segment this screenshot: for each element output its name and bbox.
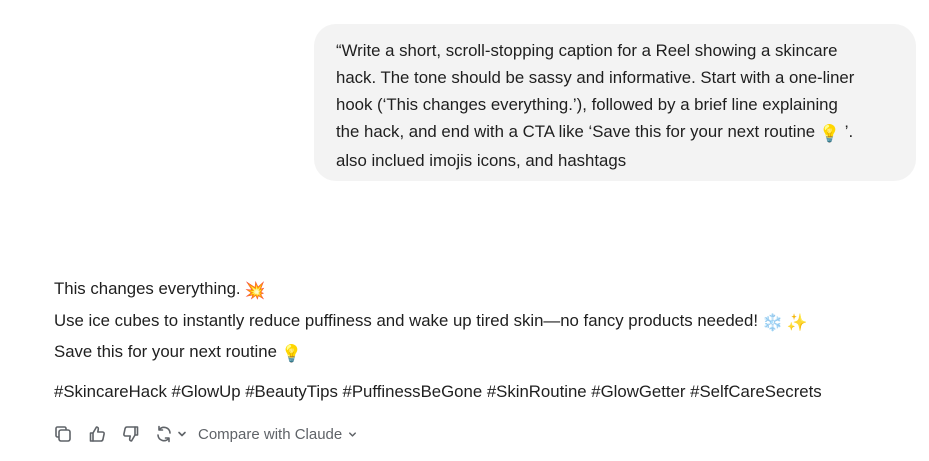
response-hook-text: This changes everything.	[54, 279, 241, 298]
user-message-text: ’.	[840, 122, 854, 141]
lightbulb-icon: 💡	[819, 124, 841, 143]
compare-with-claude-button[interactable]: Compare with Claude	[198, 426, 358, 443]
response-hook-line: This changes everything. 💥	[54, 275, 914, 307]
response-hashtags: #SkincareHack #GlowUp #BeautyTips #Puffi…	[54, 381, 822, 401]
response-cta-text: Save this for your next routine	[54, 342, 277, 361]
copy-icon	[55, 426, 71, 442]
thumbs-up-button[interactable]	[86, 422, 108, 446]
compare-label: Compare with Claude	[198, 425, 343, 443]
thumbs-down-icon	[123, 426, 139, 442]
response-cta-line: Save this for your next routine 💡	[54, 338, 914, 370]
regenerate-button[interactable]	[154, 424, 188, 444]
sparkles-icon: ✨	[786, 312, 808, 332]
snowflake-icon: ❄️	[762, 312, 783, 332]
response-explain-text: Use ice cubes to instantly reduce puffin…	[54, 310, 758, 330]
user-message-bubble: “Write a short, scroll-stopping caption …	[314, 24, 916, 181]
assistant-response: This changes everything. 💥 Use ice cubes …	[54, 275, 914, 405]
response-explain-line: Use ice cubes to instantly reduce puffin…	[54, 307, 914, 339]
user-message-line: hack. The tone should be sassy and infor…	[336, 68, 855, 87]
chevron-down-icon	[349, 431, 357, 437]
user-message-line: the hack, and end with a CTA like ‘Save …	[336, 118, 890, 147]
chat-page: “Write a short, scroll-stopping caption …	[0, 0, 929, 461]
chevron-down-icon	[178, 431, 186, 437]
user-message-text: the hack, and end with a CTA like ‘Save …	[336, 122, 816, 141]
response-toolbar: Compare with Claude	[52, 421, 358, 447]
user-message-line: also inclued imojis icons, and hashtags	[336, 151, 627, 170]
user-message-line: hook (‘This changes everything.’), follo…	[336, 95, 838, 114]
thumbs-up-icon	[89, 426, 105, 442]
user-message-line: “Write a short, scroll-stopping caption …	[336, 41, 838, 60]
collision-icon: 💥	[244, 281, 266, 300]
copy-button[interactable]	[52, 422, 74, 446]
thumbs-down-button[interactable]	[120, 422, 142, 446]
lightbulb-icon: 💡	[280, 344, 302, 363]
refresh-icon	[157, 425, 171, 443]
